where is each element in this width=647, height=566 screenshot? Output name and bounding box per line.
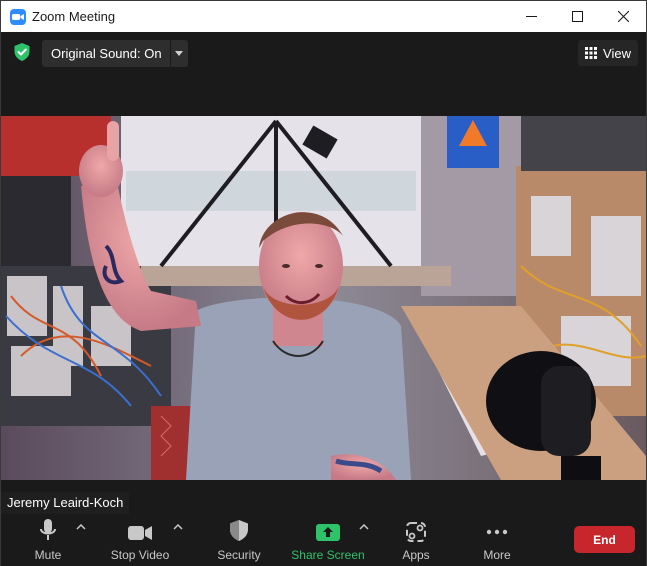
video-frame-image — [1, 116, 646, 480]
minimize-icon — [525, 16, 537, 17]
original-sound-label: Original Sound: On — [51, 46, 162, 61]
view-label: View — [603, 45, 631, 61]
window-controls — [508, 1, 646, 32]
original-sound-button[interactable]: Original Sound: On — [42, 40, 188, 67]
title-bar: Zoom Meeting — [1, 1, 646, 32]
more-label: More — [483, 548, 511, 562]
security-label: Security — [217, 548, 261, 562]
microphone-icon — [39, 514, 57, 544]
minimize-button[interactable] — [508, 1, 554, 32]
chevron-down-icon[interactable] — [169, 40, 188, 67]
maximize-button[interactable] — [554, 1, 600, 32]
stop-video-label: Stop Video — [110, 548, 170, 562]
share-screen-icon — [316, 514, 340, 544]
share-options-chevron-icon[interactable] — [358, 522, 370, 532]
end-meeting-button[interactable]: End — [574, 526, 635, 553]
stop-video-button[interactable]: Stop Video — [107, 514, 173, 566]
share-screen-button[interactable]: Share Screen — [291, 514, 365, 566]
mute-button[interactable]: Mute — [27, 514, 69, 566]
participant-video[interactable] — [1, 116, 646, 480]
close-button[interactable] — [600, 1, 646, 32]
apps-label: Apps — [402, 548, 430, 562]
shield-check-icon[interactable] — [13, 42, 31, 62]
participant-name-tag: Jeremy Leaird-Koch — [1, 492, 130, 514]
window-title: Zoom Meeting — [32, 9, 116, 24]
apps-icon — [406, 514, 426, 544]
grid-icon — [585, 47, 598, 59]
video-options-chevron-icon[interactable] — [172, 522, 184, 532]
meeting-top-bar: Original Sound: On View — [1, 32, 646, 72]
maximize-icon — [571, 11, 583, 22]
mute-label: Mute — [34, 548, 62, 562]
meeting-controls-toolbar: Mute Stop Video Security Share Screen Ap… — [1, 514, 646, 566]
zoom-meeting-window: Zoom Meeting Original Sound: On View Jer… — [0, 0, 647, 566]
mute-options-chevron-icon[interactable] — [75, 522, 87, 532]
close-icon — [617, 11, 629, 22]
view-button[interactable]: View — [578, 40, 638, 66]
apps-button[interactable]: Apps — [398, 514, 434, 566]
video-camera-icon — [127, 514, 153, 544]
share-screen-label: Share Screen — [291, 548, 365, 562]
security-shield-icon — [229, 514, 249, 544]
security-button[interactable]: Security — [212, 514, 266, 566]
more-button[interactable]: More — [479, 514, 515, 566]
more-dots-icon — [486, 514, 508, 544]
zoom-app-icon — [10, 8, 26, 25]
